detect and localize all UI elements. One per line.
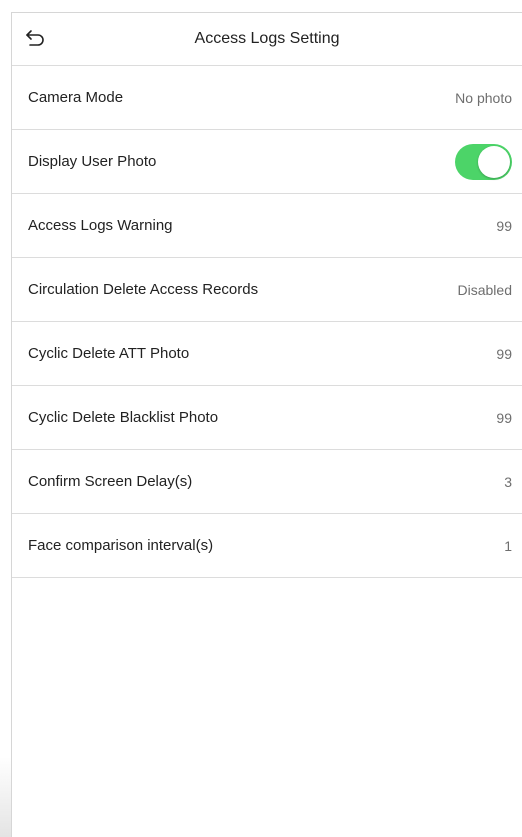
setting-label: Access Logs Warning <box>28 217 173 234</box>
setting-value: Disabled <box>457 281 512 298</box>
setting-label: Confirm Screen Delay(s) <box>28 473 193 490</box>
setting-cyclic-delete-blacklist-photo[interactable]: Cyclic Delete Blacklist Photo 99 <box>12 386 522 450</box>
toggle-knob <box>478 145 510 178</box>
edge-shadow <box>0 757 11 837</box>
setting-value: 99 <box>496 217 512 234</box>
setting-value: 3 <box>504 473 512 490</box>
setting-value: 1 <box>504 537 512 554</box>
setting-value: 99 <box>496 345 512 362</box>
setting-label: Circulation Delete Access Records <box>28 281 259 298</box>
setting-label: Cyclic Delete Blacklist Photo <box>28 409 219 426</box>
setting-circulation-delete-access-records[interactable]: Circulation Delete Access Records Disabl… <box>12 258 522 322</box>
setting-label: Camera Mode <box>28 89 124 106</box>
setting-display-user-photo: Display User Photo <box>12 130 522 194</box>
setting-confirm-screen-delay[interactable]: Confirm Screen Delay(s) 3 <box>12 450 522 514</box>
setting-cyclic-delete-att-photo[interactable]: Cyclic Delete ATT Photo 99 <box>12 322 522 386</box>
setting-face-comparison-interval[interactable]: Face comparison interval(s) 1 <box>12 514 522 578</box>
page-title: Access Logs Setting <box>194 30 340 47</box>
setting-label: Display User Photo <box>28 153 157 170</box>
back-arrow-icon <box>26 30 44 46</box>
header-bar: Access Logs Setting <box>12 13 522 66</box>
setting-value: No photo <box>455 89 512 106</box>
settings-list: Camera Mode No photo Display User Photo … <box>12 66 522 578</box>
setting-camera-mode[interactable]: Camera Mode No photo <box>12 66 522 130</box>
access-logs-setting-screen: Access Logs Setting Camera Mode No photo… <box>11 12 522 837</box>
setting-value: 99 <box>496 409 512 426</box>
setting-label: Cyclic Delete ATT Photo <box>28 345 190 362</box>
back-button[interactable] <box>22 25 48 51</box>
setting-access-logs-warning[interactable]: Access Logs Warning 99 <box>12 194 522 258</box>
display-user-photo-toggle[interactable] <box>455 143 512 180</box>
setting-label: Face comparison interval(s) <box>28 537 214 554</box>
